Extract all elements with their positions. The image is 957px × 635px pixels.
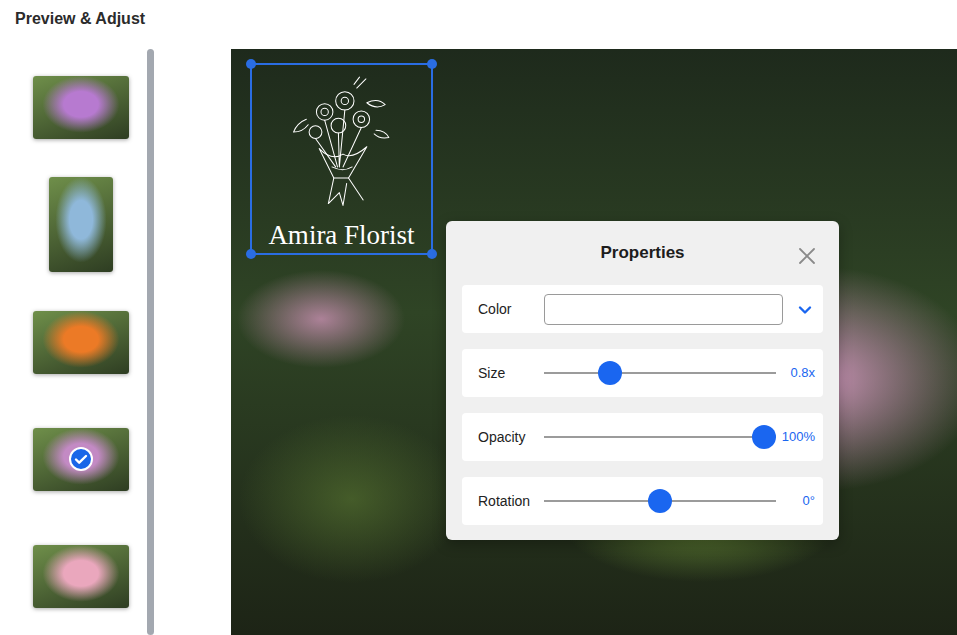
property-label: Color — [478, 299, 544, 320]
thumbnail-slot — [16, 166, 146, 283]
thumbnail-image[interactable] — [49, 177, 113, 272]
slider-knob[interactable] — [598, 361, 622, 385]
thumbnail-image[interactable] — [33, 311, 129, 374]
logo-overlay[interactable]: Amira Florist — [250, 63, 433, 255]
thumbnail[interactable] — [33, 428, 129, 491]
thumbnail-image[interactable] — [33, 545, 129, 608]
thumbnail[interactable] — [33, 545, 129, 608]
slider-knob[interactable] — [648, 489, 672, 513]
close-icon — [797, 246, 817, 266]
chevron-down-icon — [797, 302, 813, 318]
property-label: Opacity — [478, 427, 544, 448]
thumbnail-slot — [16, 518, 146, 635]
close-button[interactable] — [797, 243, 817, 263]
check-icon — [71, 449, 91, 469]
panel-header: Properties — [462, 221, 823, 285]
scrollbar[interactable] — [147, 49, 154, 635]
slider-track[interactable] — [544, 425, 776, 449]
thumbnail[interactable] — [49, 177, 113, 272]
property-row: Color — [462, 285, 823, 333]
preview-canvas[interactable]: Amira Florist Properties Color Size 0.8x Opac… — [231, 49, 957, 635]
slider-value: 100% — [782, 427, 815, 447]
property-label: Size — [478, 363, 544, 384]
property-row: Size 0.8x — [462, 349, 823, 397]
property-row: Rotation 0° — [462, 477, 823, 525]
logo-text: Amira Florist — [252, 221, 431, 251]
bouquet-icon — [288, 69, 398, 219]
dropdown-button[interactable] — [797, 297, 813, 321]
thumbnail-sidebar — [0, 49, 231, 635]
slider-knob[interactable] — [752, 425, 776, 449]
resize-handle[interactable] — [246, 59, 256, 69]
thumbnail-slot — [16, 401, 146, 518]
resize-handle[interactable] — [427, 249, 437, 259]
resize-handle[interactable] — [427, 59, 437, 69]
thumbnail[interactable] — [33, 76, 129, 139]
slider-track[interactable] — [544, 489, 776, 513]
thumbnail-image[interactable] — [33, 76, 129, 139]
slider-value: 0.8x — [790, 363, 815, 383]
properties-panel: Properties Color Size 0.8x Opacity 100% Rotati… — [446, 221, 839, 540]
slider-track[interactable] — [544, 361, 776, 385]
property-row: Opacity 100% — [462, 413, 823, 461]
selected-badge — [69, 447, 93, 471]
thumbnail-slot — [16, 49, 146, 166]
color-field[interactable] — [544, 294, 783, 325]
workspace: Amira Florist Properties Color Size 0.8x Opac… — [0, 49, 957, 635]
thumbnail-photo — [33, 311, 129, 374]
thumbnail-photo — [33, 76, 129, 139]
thumbnail-photo — [49, 177, 113, 272]
page-title: Preview & Adjust — [0, 0, 957, 49]
resize-handle[interactable] — [246, 249, 256, 259]
panel-title: Properties — [600, 240, 684, 266]
thumbnail[interactable] — [33, 311, 129, 374]
slider-value: 0° — [803, 491, 815, 511]
thumbnail-list — [0, 49, 147, 635]
property-label: Rotation — [478, 491, 544, 512]
thumbnail-slot — [16, 283, 146, 400]
thumbnail-photo — [33, 545, 129, 608]
property-list: Color Size 0.8x Opacity 100% Rotation 0° — [462, 285, 823, 525]
